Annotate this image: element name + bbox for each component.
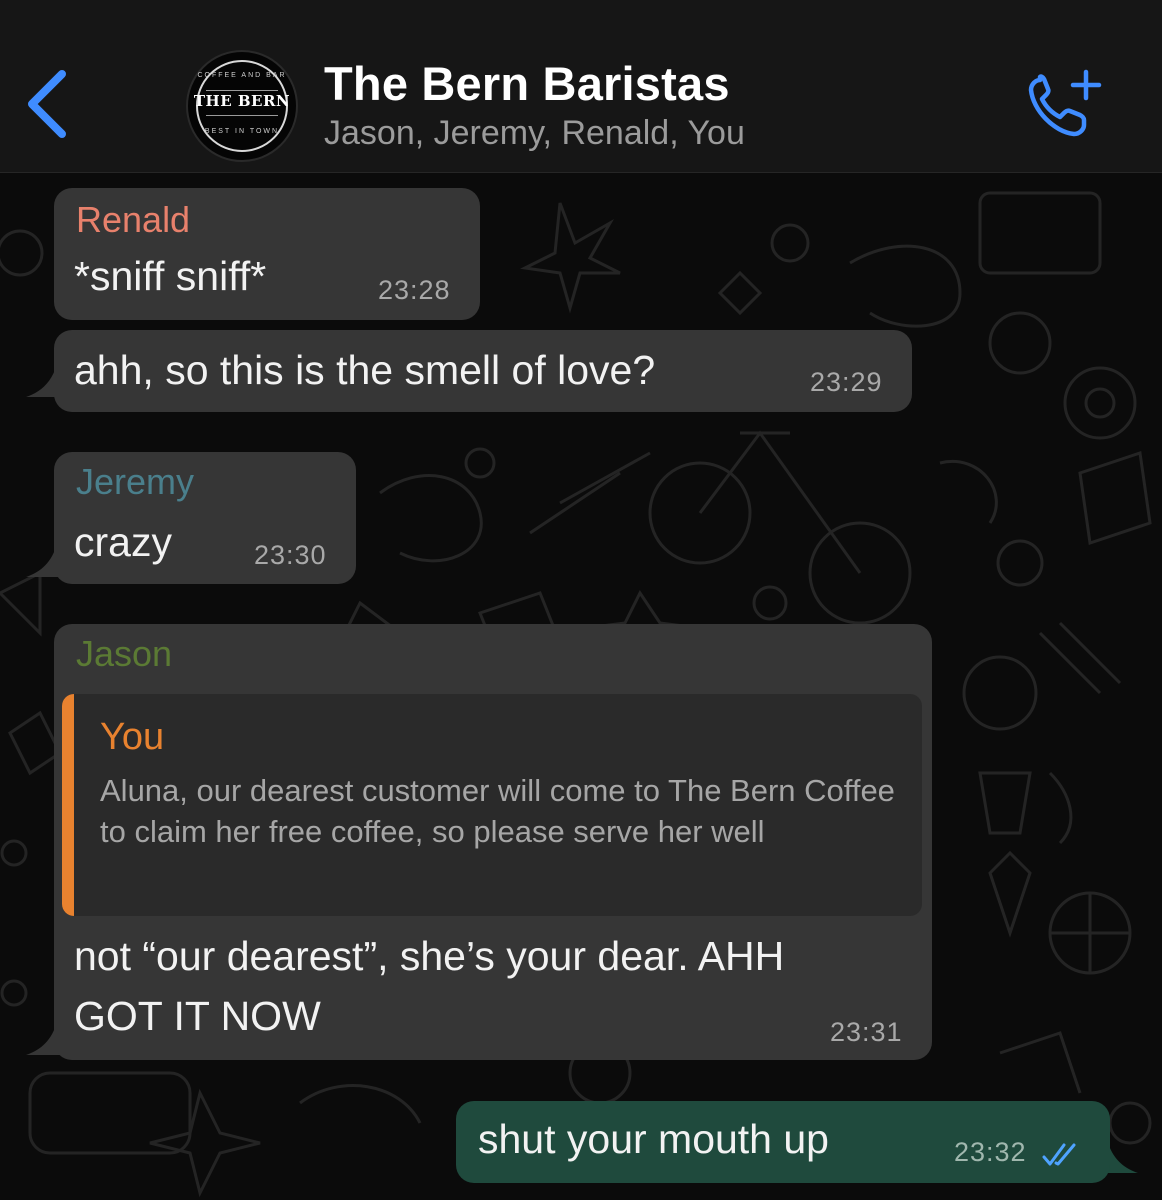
- quote-text: Aluna, our dearest customer will come to…: [100, 773, 895, 849]
- quote-accent-bar: [62, 694, 74, 916]
- sender-name: Jason: [76, 633, 173, 674]
- message-text: ahh, so this is the smell of love?: [74, 347, 656, 393]
- message-time: 23:32: [954, 1137, 1027, 1167]
- message-bubble[interactable]: Jason You Aluna, our dearest customer wi…: [54, 624, 932, 1060]
- outgoing-message-bubble[interactable]: shut your mouth up 23:32: [456, 1101, 1110, 1183]
- message-text: shut your mouth up: [478, 1116, 829, 1162]
- chevron-left-icon: [28, 70, 66, 138]
- message-list[interactable]: Renald *sniff sniff* 23:28 ahh, so this …: [0, 173, 1162, 1200]
- avatar-name: THE BERN: [193, 92, 291, 110]
- add-call-button[interactable]: [1022, 66, 1108, 142]
- quote-sender: You: [100, 716, 165, 758]
- message-time: 23:28: [378, 275, 451, 305]
- message-time: 23:30: [254, 540, 327, 570]
- double-check-icon: [1042, 1143, 1076, 1166]
- add-call-icon: [1028, 69, 1102, 137]
- chat-header: COFFEE AND BAR THE BERN BEST IN TOWN The…: [0, 0, 1162, 173]
- back-button[interactable]: [22, 68, 74, 140]
- message-time: 23:29: [810, 367, 883, 397]
- sender-name: Renald: [76, 199, 191, 240]
- chat-title[interactable]: The Bern Baristas: [324, 56, 730, 111]
- group-members[interactable]: Jason, Jeremy, Renald, You: [324, 114, 745, 153]
- message-bubble[interactable]: ahh, so this is the smell of love? 23:29: [54, 330, 912, 412]
- message-text: crazy: [74, 519, 172, 565]
- avatar-divider: [206, 90, 278, 91]
- avatar-divider: [206, 115, 278, 116]
- message-bubble[interactable]: Jeremy crazy 23:30: [54, 452, 356, 584]
- avatar-top-text: COFFEE AND BAR: [197, 72, 287, 79]
- sender-name: Jeremy: [76, 461, 195, 502]
- message-bubble[interactable]: Renald *sniff sniff* 23:28: [54, 188, 480, 320]
- avatar-bottom-text: BEST IN TOWN: [204, 128, 280, 135]
- message-time: 23:31: [830, 1017, 903, 1047]
- message-text: *sniff sniff*: [74, 253, 267, 299]
- message-text-line: not “our dearest”, she’s your dear. AHH: [74, 933, 785, 979]
- group-avatar[interactable]: COFFEE AND BAR THE BERN BEST IN TOWN: [186, 50, 298, 162]
- message-text-line: GOT IT NOW: [74, 993, 321, 1039]
- quoted-message[interactable]: You Aluna, our dearest customer will com…: [62, 694, 922, 916]
